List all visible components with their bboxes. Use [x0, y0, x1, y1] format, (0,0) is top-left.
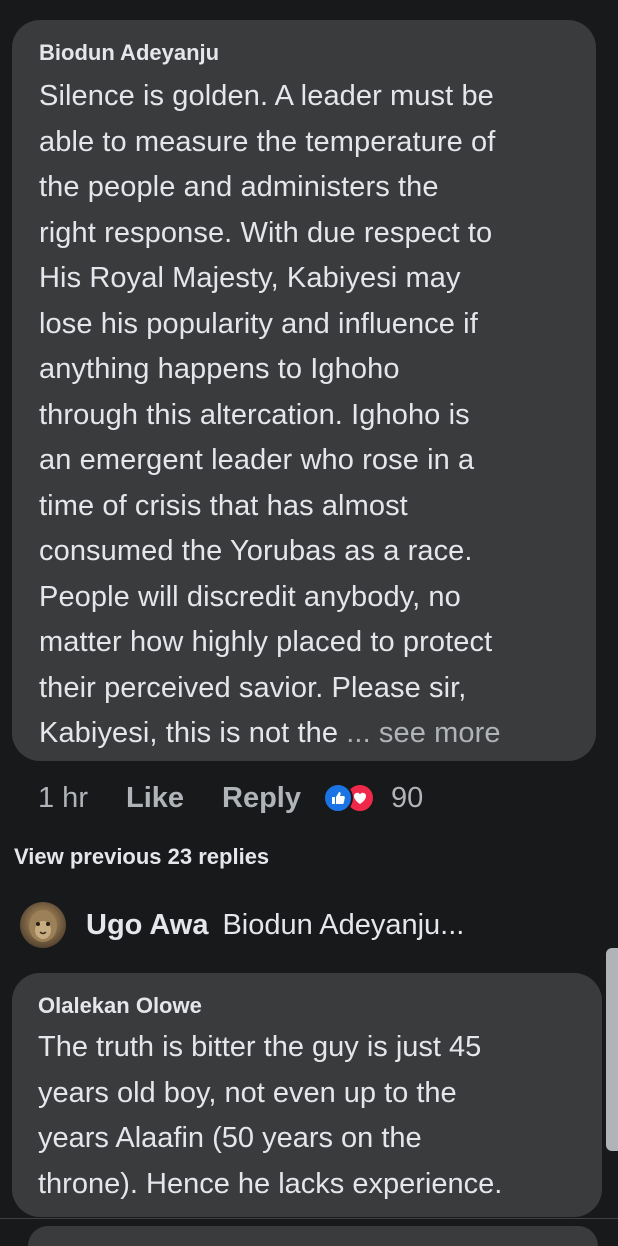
like-icon [323, 783, 353, 813]
see-more-link[interactable]: ... see more [346, 717, 500, 749]
view-previous-replies[interactable]: View previous 23 replies [14, 844, 269, 870]
comment-text: Silence is golden. A leader must be able… [39, 74, 570, 757]
like-button[interactable]: Like [126, 782, 184, 815]
reply-bubble[interactable]: Olalekan Olowe The truth is bitter the g… [12, 973, 602, 1217]
reply-preview-text: Biodun Adeyanju... [222, 908, 465, 941]
comment-actions: 1 hr Like Reply 90 [38, 778, 423, 818]
comment-timestamp[interactable]: 1 hr [38, 782, 88, 815]
reply-preview-row[interactable]: Ugo Awa Biodun Adeyanju... [20, 902, 464, 948]
comment-bubble[interactable]: Biodun Adeyanju Silence is golden. A lea… [12, 20, 596, 761]
reaction-count[interactable]: 90 [391, 782, 423, 815]
avatar[interactable] [20, 902, 66, 948]
reply-text: The truth is bitter the guy is just 45 y… [38, 1031, 503, 1200]
next-comment-bubble [28, 1226, 598, 1246]
comment-author[interactable]: Biodun Adeyanju [39, 40, 570, 66]
divider [0, 1218, 618, 1219]
scrollbar[interactable] [606, 948, 618, 1151]
reply-button[interactable]: Reply [222, 782, 301, 815]
comment-body: Silence is golden. A leader must be able… [39, 80, 496, 749]
reply-author[interactable]: Olalekan Olowe [38, 993, 576, 1019]
reaction-icons[interactable] [323, 783, 375, 813]
reply-author-name[interactable]: Ugo Awa [86, 909, 208, 942]
